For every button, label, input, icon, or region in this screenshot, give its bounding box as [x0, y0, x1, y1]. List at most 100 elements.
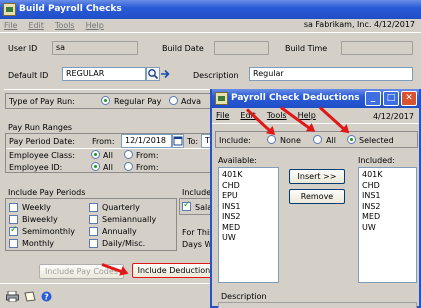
user-id-label: User ID: [8, 44, 38, 53]
lookup-button[interactable]: [146, 67, 160, 81]
list-item[interactable]: INS1: [222, 202, 275, 213]
magnifier-icon: [148, 69, 159, 80]
list-item[interactable]: MED: [222, 223, 275, 234]
list-item[interactable]: UW: [222, 233, 275, 244]
advance-label: Adva: [181, 97, 202, 106]
include-selected-label: Selected: [359, 136, 394, 145]
help-icon[interactable]: ?: [41, 291, 52, 302]
list-item[interactable]: 401K: [222, 170, 275, 181]
regular-pay-label: Regular Pay: [114, 97, 162, 106]
payroll-check-deductions-window: Payroll Check Deductions _ □ ✕ File Edit…: [210, 89, 421, 308]
build-date-label: Build Date: [162, 44, 204, 53]
right-arrow-icon: [161, 69, 170, 79]
annually-checkbox[interactable]: [89, 227, 98, 236]
monthly-label: Monthly: [22, 239, 55, 248]
dialog-description-field: [218, 302, 417, 308]
maximize-button[interactable]: □: [383, 91, 399, 106]
list-item[interactable]: EPU: [222, 191, 275, 202]
include-selected-radio[interactable]: [347, 135, 356, 144]
dialog-date: 4/12/2017: [372, 112, 414, 121]
weekly-label: Weekly: [22, 203, 51, 212]
type-of-pay-run-label: Type of Pay Run:: [9, 97, 75, 106]
user-id-field: sa: [52, 41, 138, 55]
description-field[interactable]: Regular: [249, 67, 413, 81]
quarterly-label: Quarterly: [102, 203, 140, 212]
include-all-label: All: [326, 136, 336, 145]
company-date-info: sa Fabrikam, Inc. 4/12/2017: [303, 20, 415, 29]
advance-radio[interactable]: [169, 96, 178, 105]
minimize-button[interactable]: _: [365, 91, 381, 106]
employee-class-all-label: All: [103, 151, 113, 160]
svg-text:?: ?: [44, 293, 49, 302]
build-date-field: [214, 41, 269, 55]
list-item[interactable]: INS1: [362, 191, 413, 202]
build-time-label: Build Time: [285, 44, 328, 53]
menu-tools[interactable]: Tools: [55, 21, 75, 30]
dialog-title: Payroll Check Deductions: [231, 93, 360, 103]
employee-id-all-label: All: [103, 163, 113, 172]
include-label: Include:: [219, 136, 251, 145]
list-item[interactable]: CHD: [222, 181, 275, 192]
window-app-icon: [3, 3, 16, 16]
quarterly-checkbox[interactable]: [89, 203, 98, 212]
remove-button[interactable]: Remove: [289, 189, 345, 204]
semiannually-checkbox[interactable]: [89, 215, 98, 224]
list-item[interactable]: 401K: [362, 170, 413, 181]
for-this-label: For This: [182, 228, 214, 237]
from-label: From:: [92, 137, 115, 146]
employee-id-from-label: From:: [136, 163, 159, 172]
days-worked-label: Days W: [182, 240, 213, 249]
dialog-description-label: Description: [221, 292, 267, 301]
semiannually-label: Semiannually: [102, 215, 157, 224]
daily-misc-checkbox[interactable]: [89, 239, 98, 248]
employee-class-from-radio[interactable]: [124, 150, 133, 159]
biweekly-checkbox[interactable]: [9, 215, 18, 224]
note-icon[interactable]: [24, 291, 36, 302]
employee-class-all-radio[interactable]: [91, 150, 100, 159]
dialog-menu-help[interactable]: Help: [298, 111, 316, 120]
monthly-checkbox[interactable]: [9, 239, 18, 248]
biweekly-label: Biweekly: [22, 215, 58, 224]
include-deductions-button[interactable]: Include Deductions: [132, 263, 220, 278]
employee-id-label: Employee ID:: [9, 163, 63, 172]
default-id-field[interactable]: REGULAR: [62, 67, 146, 81]
list-item[interactable]: MED: [362, 212, 413, 223]
regular-pay-radio[interactable]: [101, 96, 110, 105]
go-arrow-button[interactable]: [160, 67, 171, 81]
calendar-icon: [173, 136, 183, 146]
employee-class-label: Employee Class:: [9, 151, 75, 160]
divider: [6, 148, 214, 149]
close-button[interactable]: ✕: [401, 91, 417, 106]
include-none-label: None: [280, 136, 301, 145]
included-list[interactable]: 401K CHD INS1 INS2 MED UW: [358, 167, 417, 283]
employee-class-from-label: From:: [136, 151, 159, 160]
list-item[interactable]: INS2: [222, 212, 275, 223]
from-date-field[interactable]: 12/1/2018: [121, 134, 172, 148]
calendar-button[interactable]: [172, 134, 184, 148]
salary-checkbox[interactable]: [182, 200, 191, 211]
include-pay-periods-header: Include Pay Periods: [8, 188, 86, 197]
employee-id-from-radio[interactable]: [124, 162, 133, 171]
weekly-checkbox[interactable]: [9, 203, 18, 212]
default-id-label: Default ID: [8, 71, 49, 80]
menu-file[interactable]: File: [4, 21, 17, 30]
include-all-radio[interactable]: [313, 135, 322, 144]
list-item[interactable]: INS2: [362, 202, 413, 213]
available-label: Available:: [218, 156, 257, 165]
insert-button[interactable]: Insert >>: [289, 169, 345, 184]
printer-icon[interactable]: [6, 291, 19, 302]
employee-id-all-radio[interactable]: [91, 162, 100, 171]
available-list[interactable]: 401K CHD EPU INS1 INS2 MED UW: [218, 167, 279, 283]
semimonthly-checkbox[interactable]: [9, 225, 18, 236]
description-label: Description: [193, 71, 239, 80]
main-window-title: Build Payroll Checks: [19, 4, 122, 14]
build-time-field: [341, 41, 413, 55]
dialog-menu-file[interactable]: File: [216, 111, 229, 120]
list-item[interactable]: CHD: [362, 181, 413, 192]
pay-run-ranges-header: Pay Run Ranges: [8, 123, 73, 132]
dialog-titlebar: Payroll Check Deductions _ □ ✕: [212, 89, 419, 108]
menu-help[interactable]: Help: [86, 21, 104, 30]
dialog-menu-tools[interactable]: Tools: [267, 111, 287, 120]
menu-edit[interactable]: Edit: [28, 21, 44, 30]
list-item[interactable]: UW: [362, 223, 413, 234]
